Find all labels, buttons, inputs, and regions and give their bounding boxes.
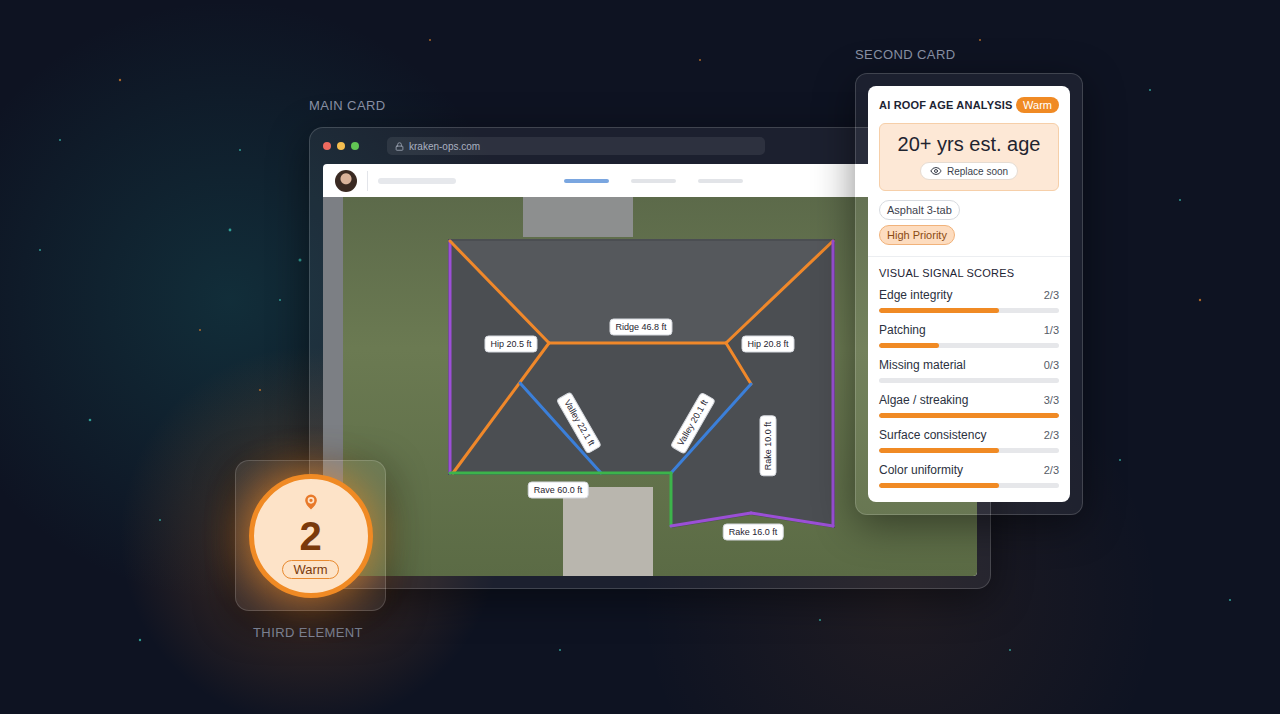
header-separator (367, 171, 368, 191)
age-box: 20+ yrs est. age Replace soon (879, 123, 1059, 191)
third-element: 2 Warm (235, 460, 386, 611)
scores-title: VISUAL SIGNAL SCORES (879, 267, 1059, 279)
score-bar (879, 343, 1059, 348)
score-reading: 1/3 (1044, 324, 1059, 336)
score-reading: 3/3 (1044, 394, 1059, 406)
roof-analysis-panel: AI ROOF AGE ANALYSISWarm 20+ yrs est. age… (868, 86, 1070, 502)
score-name: Surface consistency (879, 428, 986, 442)
score-name: Edge integrity (879, 288, 952, 302)
status-badge: Warm (1016, 97, 1059, 113)
score-row: Surface consistency 2/3 (879, 428, 1059, 453)
lock-icon (395, 142, 404, 151)
score-row: Color uniformity 2/3 (879, 463, 1059, 488)
pin-count: 2 (299, 514, 321, 558)
canvas: MAIN CARD SECOND CARD THIRD ELEMENT kraken-… (0, 0, 1280, 714)
header-tab[interactable] (698, 179, 743, 183)
score-fill (879, 448, 999, 453)
header-tab[interactable] (631, 179, 676, 183)
score-row: Missing material 0/3 (879, 358, 1059, 383)
score-row: Algae / streaking 3/3 (879, 393, 1059, 418)
advice-pill: Replace soon (920, 162, 1018, 180)
score-row: Edge integrity 2/3 (879, 288, 1059, 313)
tag-list: Asphalt 3-tab High Priority (879, 200, 1059, 245)
score-name: Missing material (879, 358, 966, 372)
map-pin-icon (301, 492, 321, 512)
url-text: kraken-ops.com (409, 141, 480, 152)
score-reading: 2/3 (1044, 464, 1059, 476)
rake-measure-label[interactable]: Rake 16.0 ft (723, 524, 784, 541)
score-reading: 2/3 (1044, 289, 1059, 301)
main-card-label: MAIN CARD (309, 98, 386, 113)
score-list: Edge integrity 2/3 Patching 1/3 Missing mate… (879, 288, 1059, 488)
score-bar (879, 413, 1059, 418)
second-card-label: SECOND CARD (855, 47, 955, 62)
header-tabs (564, 179, 743, 183)
user-avatar[interactable] (335, 170, 357, 192)
eave-measure-label[interactable]: Rave 60.0 ft (528, 482, 589, 499)
score-name: Algae / streaking (879, 393, 968, 407)
divider (868, 256, 1070, 257)
maximize-dot[interactable] (351, 142, 359, 150)
score-fill (879, 343, 939, 348)
score-bar (879, 378, 1059, 383)
tag: High Priority (879, 225, 955, 245)
url-bar[interactable]: kraken-ops.com (387, 137, 765, 155)
panel-header: AI ROOF AGE ANALYSISWarm (879, 97, 1059, 113)
score-name: Color uniformity (879, 463, 963, 477)
rake-measure-label[interactable]: Rake 10.0 ft (760, 416, 777, 477)
hip-measure-label[interactable]: Hip 20.8 ft (741, 336, 794, 353)
eye-icon (930, 165, 942, 177)
tag: Asphalt 3-tab (879, 200, 960, 220)
hip-measure-label[interactable]: Hip 20.5 ft (484, 336, 537, 353)
third-element-label: THIRD ELEMENT (253, 625, 363, 640)
header-tab[interactable] (564, 179, 609, 183)
panel-title: AI ROOF AGE ANALYSIS (879, 99, 1013, 111)
pin-badge: Warm (282, 560, 338, 579)
score-row: Patching 1/3 (879, 323, 1059, 348)
score-reading: 2/3 (1044, 429, 1059, 441)
score-bar (879, 308, 1059, 313)
score-bar (879, 483, 1059, 488)
close-dot[interactable] (323, 142, 331, 150)
title-placeholder (378, 178, 456, 184)
score-fill (879, 483, 999, 488)
score-fill (879, 308, 999, 313)
minimize-dot[interactable] (337, 142, 345, 150)
age-value: 20+ yrs est. age (898, 133, 1041, 156)
score-reading: 0/3 (1044, 359, 1059, 371)
lead-pin[interactable]: 2 Warm (249, 474, 373, 598)
score-fill (879, 413, 1059, 418)
second-card: AI ROOF AGE ANALYSISWarm 20+ yrs est. age… (855, 73, 1083, 515)
ridge-measure-label[interactable]: Ridge 46.8 ft (609, 319, 672, 336)
score-name: Patching (879, 323, 926, 337)
score-bar (879, 448, 1059, 453)
